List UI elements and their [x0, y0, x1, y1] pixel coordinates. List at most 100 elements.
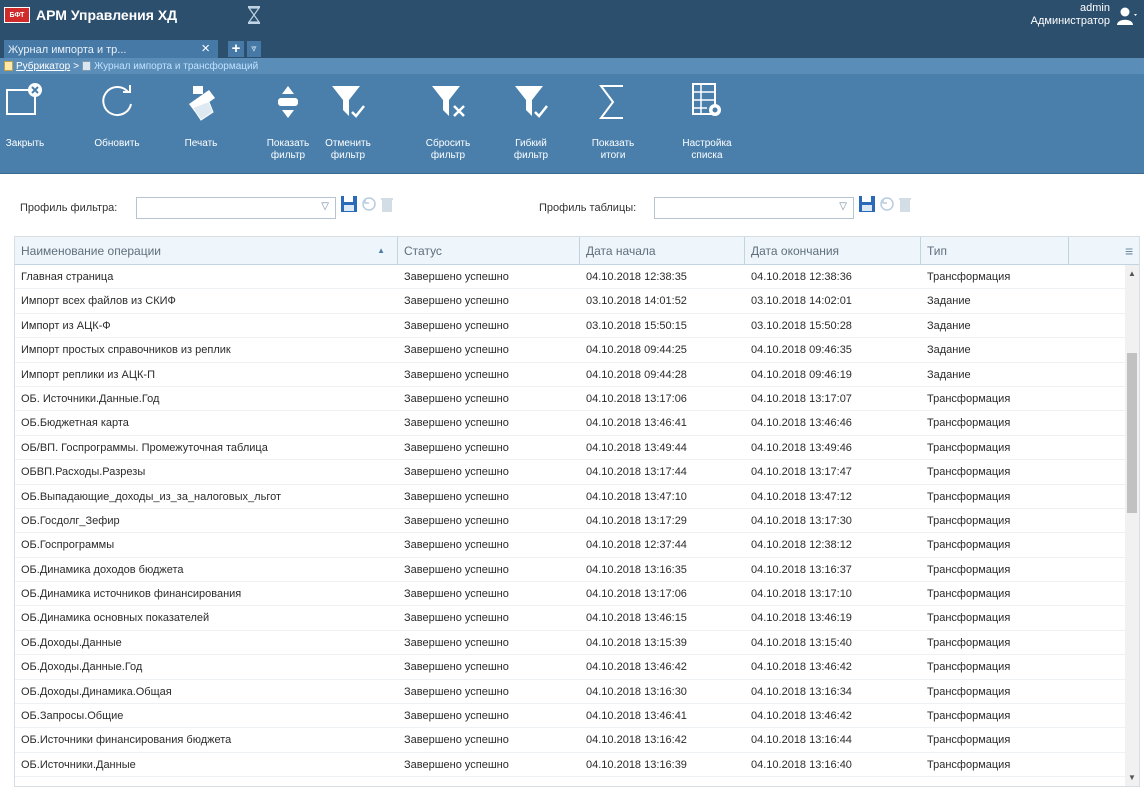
list-settings-label: Настройка списка: [682, 138, 732, 161]
column-menu-icon[interactable]: ≡: [1125, 237, 1139, 265]
table-row[interactable]: Импорт реплики из АЦК-П Завершено успешно…: [15, 363, 1125, 387]
table-row[interactable]: ОБ.Источники.Данные Завершено успешно 04.1…: [15, 753, 1125, 778]
table-row[interactable]: Импорт простых справочников из реплик Зав…: [15, 338, 1125, 363]
refresh-button[interactable]: Обновить: [90, 74, 144, 174]
type-cell: Трансформация: [927, 685, 1011, 698]
table-row[interactable]: ОБ.Источники финансирования бюджета Завер…: [15, 728, 1125, 753]
status-cell: Завершено успешно: [404, 588, 509, 601]
table-row[interactable]: ОБ.Доходы.Динамика.Общая Завершено успешн…: [15, 680, 1125, 705]
start-date-cell: 04.10.2018 13:46:41: [586, 417, 687, 430]
operation-name-cell: Импорт реплики из АЦК-П: [21, 368, 155, 381]
show-filter-button[interactable]: Показать фильтр: [262, 74, 314, 174]
app-window: БФТ АРМ Управления ХД admin Администрато…: [0, 0, 1144, 787]
flex-filter-label: Гибкий фильтр: [513, 138, 549, 161]
table-row[interactable]: ОБ.Бюджетная карта Завершено успешно 04.10…: [15, 411, 1125, 436]
scroll-up-icon[interactable]: ▲: [1128, 269, 1136, 278]
scrollbar-thumb[interactable]: [1127, 353, 1137, 513]
table-row[interactable]: ОБВП.Расходы.Разрезы Завершено успешно 04.…: [15, 460, 1125, 485]
operation-name-cell: ОБ.Госдолг_Зефир: [21, 514, 120, 527]
operation-name-cell: ОБ.Динамика доходов бюджета: [21, 563, 184, 576]
type-cell: Задание: [927, 319, 971, 332]
reset-profile-icon[interactable]: [879, 196, 895, 212]
reset-profile-icon[interactable]: [361, 196, 377, 212]
table-row[interactable]: ОБ.Выпадающие_доходы_из_за_налоговых_льг…: [15, 485, 1125, 509]
table-row[interactable]: ОБ.Динамика доходов бюджета Завершено усп…: [15, 558, 1125, 583]
operation-name-cell: Импорт всех файлов из СКИФ: [21, 295, 176, 308]
breadcrumb-root-link[interactable]: Рубрикатор: [16, 61, 70, 72]
sort-asc-icon: ▲: [377, 246, 385, 255]
save-icon[interactable]: [340, 195, 358, 213]
operation-name-cell: ОБ.Госпрограммы: [21, 539, 115, 552]
table-row[interactable]: ОБ.Запросы.Общие Завершено успешно 04.10.2…: [15, 704, 1125, 729]
filter-profile-actions: [340, 195, 394, 213]
status-cell: Завершено успешно: [404, 514, 509, 527]
table-profile-select[interactable]: ▽: [654, 197, 854, 219]
refresh-button-label: Обновить: [94, 138, 140, 149]
table-row[interactable]: Главная страница Завершено успешно 04.10.2…: [15, 265, 1125, 290]
table-row[interactable]: ОБ.Доходы.Данные Завершено успешно 04.10.2…: [15, 631, 1125, 656]
show-totals-label: Показать итоги: [591, 138, 635, 161]
close-button[interactable]: Закрыть: [0, 74, 50, 174]
chevron-down-icon[interactable]: ⩔: [247, 41, 261, 57]
save-icon[interactable]: [858, 195, 876, 213]
start-date-cell: 04.10.2018 13:17:06: [586, 588, 687, 601]
end-date-cell: 04.10.2018 13:17:30: [751, 514, 852, 527]
status-cell: Завершено успешно: [404, 466, 509, 479]
type-cell: Трансформация: [927, 758, 1011, 771]
flex-filter-button[interactable]: Гибкий фильтр: [505, 74, 557, 174]
end-date-cell: 04.10.2018 13:16:40: [751, 758, 852, 771]
column-header-operation[interactable]: Наименование операции ▲: [15, 237, 398, 265]
status-cell: Завершено успешно: [404, 758, 509, 771]
start-date-cell: 03.10.2018 15:50:15: [586, 319, 687, 332]
chevron-down-icon: ▽: [839, 201, 847, 212]
add-tab-button[interactable]: +: [228, 41, 244, 57]
operation-name-cell: ОБ.Динамика источников финансирования: [21, 588, 242, 601]
column-header-label: Тип: [927, 244, 948, 258]
table-row[interactable]: ОБ.Госпрограммы Завершено успешно 04.10.20…: [15, 533, 1125, 558]
operation-name-cell: Импорт из АЦК-Ф: [21, 319, 111, 332]
end-date-cell: 04.10.2018 13:47:12: [751, 490, 852, 503]
end-date-cell: 04.10.2018 13:49:46: [751, 441, 852, 454]
trash-icon[interactable]: [380, 196, 394, 212]
status-cell: Завершено успешно: [404, 539, 509, 552]
table-row[interactable]: ОБ.Динамика основных показателей Завершен…: [15, 606, 1125, 631]
table-row[interactable]: ОБ. Источники.Данные.Год Завершено успешн…: [15, 387, 1125, 412]
vertical-scrollbar[interactable]: ▲ ▼: [1125, 265, 1139, 786]
show-totals-button[interactable]: Показать итоги: [587, 74, 639, 174]
close-window-icon: [6, 83, 42, 115]
tab-import-journal[interactable]: Журнал импорта и тр... ×: [4, 40, 218, 59]
breadcrumb-separator: >: [73, 60, 80, 72]
table-row[interactable]: ОБ.Доходы.Данные.Год Завершено успешно 04.…: [15, 655, 1125, 680]
trash-icon[interactable]: [898, 196, 912, 212]
column-header-end-date[interactable]: Дата окончания: [745, 237, 921, 265]
print-button[interactable]: Печать: [176, 74, 226, 174]
reset-filter-button[interactable]: Сбросить фильтр: [420, 74, 476, 174]
column-header-start-date[interactable]: Дата начала: [580, 237, 745, 265]
column-header-type[interactable]: Тип: [921, 237, 1069, 265]
operation-name-cell: Импорт простых справочников из реплик: [21, 344, 231, 357]
list-settings-button[interactable]: Настройка списка: [676, 74, 738, 174]
type-cell: Трансформация: [927, 539, 1011, 552]
scroll-down-icon[interactable]: ▼: [1128, 773, 1136, 782]
user-menu[interactable]: admin Администратор: [1031, 2, 1138, 28]
breadcrumb-current: Журнал импорта и трансформаций: [94, 60, 259, 72]
filter-check-icon: [332, 86, 365, 118]
table-row[interactable]: ОБ.Госдолг_Зефир Завершено успешно 04.10.2…: [15, 509, 1125, 534]
end-date-cell: 04.10.2018 13:15:40: [751, 636, 852, 649]
cancel-filter-button[interactable]: Отменить фильтр: [322, 74, 374, 174]
column-header-status[interactable]: Статус: [398, 237, 580, 265]
hourglass-icon[interactable]: [247, 6, 261, 24]
app-logo[interactable]: БФТ АРМ Управления ХД: [4, 6, 177, 24]
type-cell: Задание: [927, 368, 971, 381]
end-date-cell: 04.10.2018 12:38:36: [751, 271, 852, 283]
status-cell: Завершено успешно: [404, 612, 509, 625]
table-row[interactable]: ОБ.Динамика источников финансирования Зав…: [15, 582, 1125, 607]
filter-profile-select[interactable]: ▽: [136, 197, 336, 219]
table-row[interactable]: Импорт из АЦК-Ф Завершено успешно 03.10.20…: [15, 314, 1125, 339]
table-row[interactable]: ОБ/ВП. Госпрограммы. Промежуточная табли…: [15, 436, 1125, 461]
close-icon[interactable]: ×: [201, 41, 210, 57]
folder-icon: [4, 61, 13, 71]
start-date-cell: 04.10.2018 13:46:15: [586, 612, 687, 625]
table-row[interactable]: Импорт всех файлов из СКИФ Завершено успе…: [15, 289, 1125, 314]
status-cell: Завершено успешно: [404, 734, 509, 747]
